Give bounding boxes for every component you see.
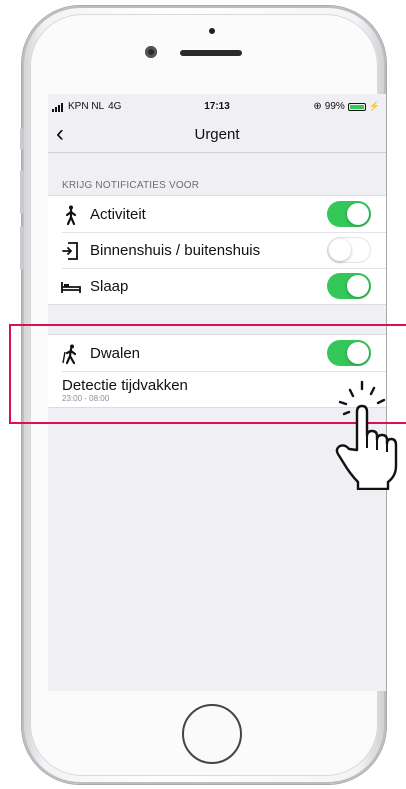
list-item-label: Slaap: [90, 278, 129, 295]
front-camera: [145, 46, 157, 58]
binnenshuis-toggle[interactable]: [327, 237, 371, 263]
mute-switch: [20, 128, 24, 150]
volume-up-button: [20, 170, 24, 214]
home-button[interactable]: [182, 704, 242, 764]
battery-percent: 99%: [324, 101, 345, 112]
volume-down-button: [20, 226, 24, 270]
list-item-activiteit[interactable]: Activiteit: [48, 196, 386, 232]
list-item-label: Binnenshuis / buitenshuis: [90, 242, 261, 259]
charging-icon: ⚡: [368, 101, 380, 111]
proximity-sensor: [209, 28, 215, 34]
section-header: KRIJG NOTIFICATIES VOOR: [62, 180, 200, 191]
earpiece-speaker: [180, 50, 242, 56]
battery-icon: [347, 102, 366, 111]
page-title: Urgent: [194, 126, 240, 143]
activiteit-toggle[interactable]: [327, 201, 371, 227]
tap-hand-icon: [335, 380, 398, 490]
door-exit-icon: [62, 242, 78, 260]
walking-person-icon: [65, 205, 77, 226]
navigation-bar: ‹ Urgent: [48, 116, 386, 153]
orientation-lock-icon: ⊕: [313, 101, 322, 112]
slaap-toggle[interactable]: [327, 273, 371, 299]
list-item-slaap[interactable]: Slaap: [48, 268, 386, 304]
status-bar: KPN NL 4G 17:13 ⊕ 99% ⚡: [48, 94, 386, 116]
list-item-binnenshuis[interactable]: Binnenshuis / buitenshuis: [48, 232, 386, 268]
list-item-label: Activiteit: [90, 206, 146, 223]
bed-icon: [61, 282, 81, 293]
notification-list: Activiteit Binnenshuis / buitenshuis Sla…: [48, 195, 386, 305]
